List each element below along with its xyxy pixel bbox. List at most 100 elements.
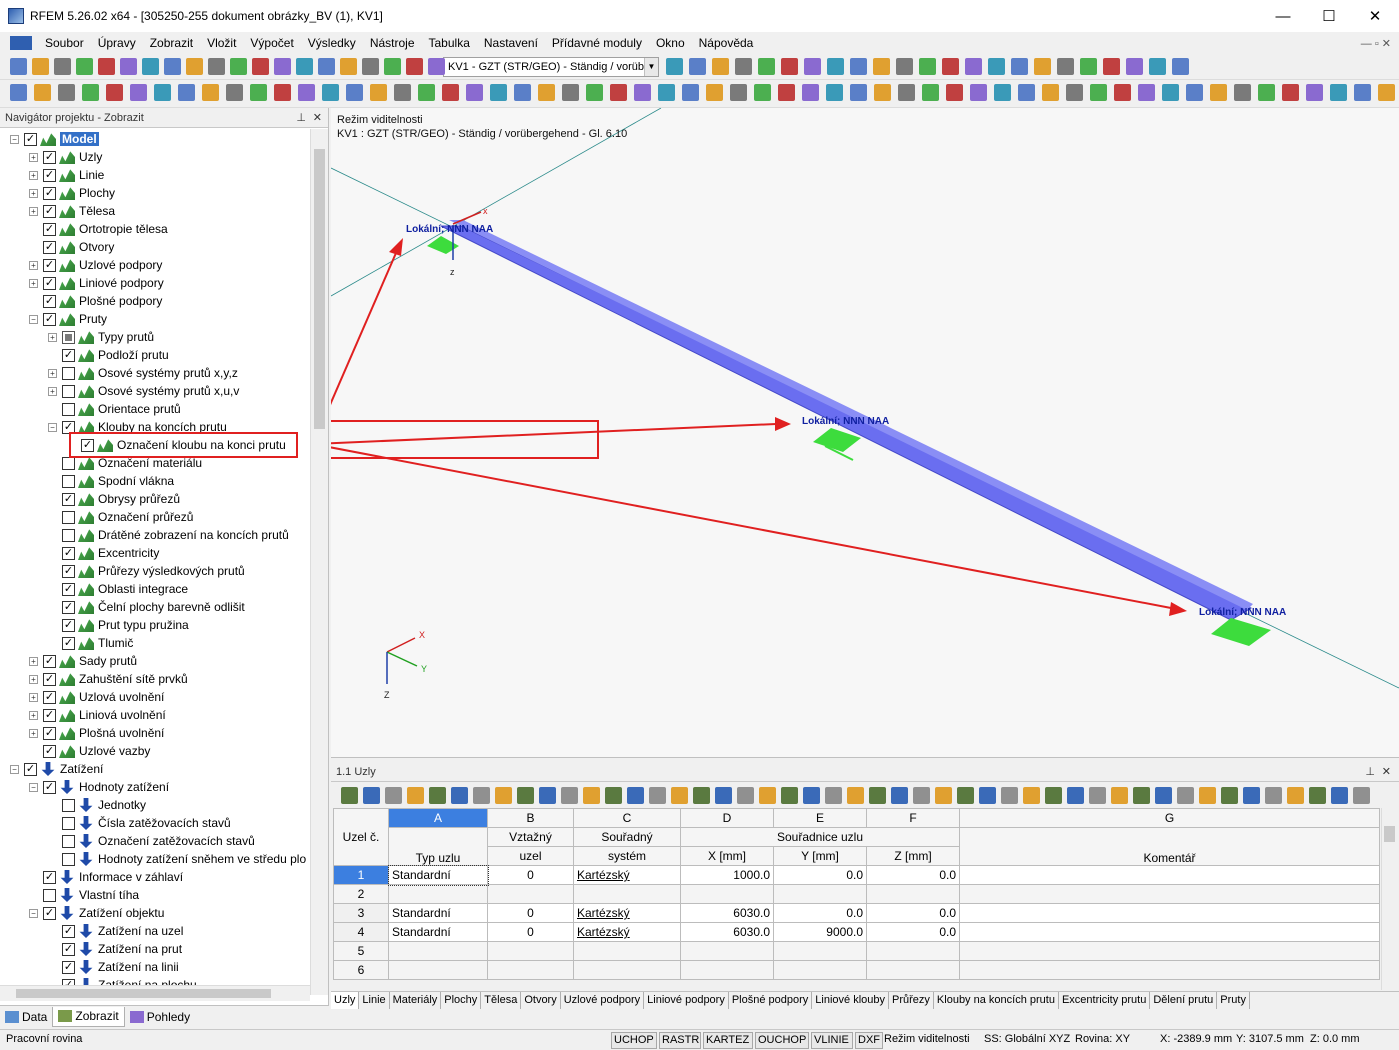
toolbar-button-icon[interactable] [922,84,939,101]
toolbar-button-icon[interactable] [1331,787,1348,804]
tree-item[interactable]: Orientace prutů [48,400,181,418]
toolbar-button-icon[interactable] [561,787,578,804]
toolbar-button-icon[interactable] [1138,84,1155,101]
toolbar-button-icon[interactable] [682,84,699,101]
tree-checkbox[interactable]: ✓ [43,258,56,272]
tree-item[interactable]: + Typy prutů [48,328,154,346]
toolbar-button-icon[interactable] [778,84,795,101]
toolbar-button-icon[interactable] [850,58,867,75]
toolbar-button-icon[interactable] [942,58,959,75]
toolbar-button-icon[interactable] [322,84,339,101]
col-letter-b[interactable]: B [487,808,574,828]
tree-item[interactable]: ✓ Označení kloubu na konci prutu [67,436,286,454]
toolbar-button-icon[interactable] [407,787,424,804]
maximize-button[interactable]: ☐ [1306,0,1352,32]
tree-checkbox[interactable] [62,834,75,848]
tree-item[interactable]: + ✓ Liniová uvolnění [29,706,166,724]
cell-x[interactable]: 6030.0 [680,903,774,923]
tree-checkbox[interactable]: ✓ [62,636,75,650]
menu-napoveda[interactable]: Nápověda [692,36,761,50]
tree-item[interactable]: ✓ Oblasti integrace [48,580,188,598]
tree-item[interactable]: Hodnoty zatížení sněhem ve středu plo [48,850,306,868]
tree-checkbox[interactable]: ✓ [24,762,37,776]
toolbar-button-icon[interactable] [154,84,171,101]
tree-item[interactable]: + ✓ Tělesa [29,202,115,220]
tree-checkbox[interactable]: ✓ [43,744,56,758]
tree-checkbox[interactable] [62,366,75,380]
tree-item[interactable]: + ✓ Sady prutů [29,652,137,670]
expand-icon[interactable]: + [29,656,38,666]
tree-checkbox[interactable] [62,402,75,416]
tree-item[interactable]: + ✓ Uzlové podpory [29,256,162,274]
toolbar-button-icon[interactable] [759,787,776,804]
toolbar-button-icon[interactable] [130,84,147,101]
status-toggle[interactable]: DXF [855,1032,883,1049]
expand-icon[interactable]: + [29,260,38,270]
toolbar-button-icon[interactable] [252,58,269,75]
toolbar-button-icon[interactable] [1045,787,1062,804]
toolbar-button-icon[interactable] [1111,787,1128,804]
expand-icon[interactable]: + [29,188,38,198]
table-row[interactable]: 5 [333,941,1380,961]
expand-icon[interactable]: + [29,692,38,702]
minimize-button[interactable]: — [1260,0,1306,32]
row-number[interactable]: 1 [333,865,389,885]
tree-checkbox[interactable] [62,330,75,344]
tree-item[interactable]: − ✓ Model [10,130,99,148]
tree-item[interactable]: ✓ Uzlové vazby [29,742,150,760]
toolbar-button-icon[interactable] [758,58,775,75]
tree-checkbox[interactable]: ✓ [62,564,75,578]
close-button[interactable]: ✕ [1352,0,1398,32]
toolbar-button-icon[interactable] [466,84,483,101]
tree-checkbox[interactable]: ✓ [43,780,56,794]
cell-y[interactable]: 9000.0 [773,922,867,942]
cell-y[interactable] [773,960,867,980]
toolbar-button-icon[interactable] [384,58,401,75]
toolbar-button-icon[interactable] [82,84,99,101]
tree-checkbox[interactable]: ✓ [62,348,75,362]
tree-item[interactable]: + ✓ Plošná uvolnění [29,724,164,742]
tree-checkbox[interactable]: ✓ [43,276,56,290]
tree-item[interactable]: + Osové systémy prutů x,u,v [48,382,239,400]
row-number[interactable]: 2 [333,884,389,904]
toolbar-button-icon[interactable] [913,787,930,804]
table-tab[interactable]: Materiály [390,992,442,1009]
table-row[interactable]: 6 [333,960,1380,980]
collapse-icon[interactable]: − [29,908,38,918]
toolbar-button-icon[interactable] [781,58,798,75]
toolbar-button-icon[interactable] [706,84,723,101]
table-tab[interactable]: Plochy [441,992,482,1009]
toolbar-button-icon[interactable] [451,787,468,804]
toolbar-button-icon[interactable] [737,787,754,804]
col-letter-d[interactable]: D [680,808,774,828]
toolbar-button-icon[interactable] [1162,84,1179,101]
toolbar-button-icon[interactable] [1034,58,1051,75]
tree-item[interactable]: Označení materiálu [48,454,202,472]
menu-soubor[interactable]: Soubor [38,36,91,50]
tree-checkbox[interactable] [62,456,75,470]
table-tab[interactable]: Pruty [1217,992,1250,1009]
tree-item[interactable]: ✓ Zatížení na linii [48,958,179,976]
toolbar-button-icon[interactable] [274,58,291,75]
toolbar-button-icon[interactable] [1353,787,1370,804]
table-tab[interactable]: Linie [359,992,390,1009]
toolbar-button-icon[interactable] [1234,84,1251,101]
table-tab[interactable]: Plošné podpory [729,992,813,1009]
toolbar-button-icon[interactable] [1378,84,1395,101]
toolbar-button-icon[interactable] [869,787,886,804]
tab-pohledy[interactable]: Pohledy [125,1007,195,1027]
toolbar-button-icon[interactable] [1149,58,1166,75]
tree-checkbox[interactable]: ✓ [43,150,56,164]
toolbar-button-icon[interactable] [1103,58,1120,75]
toolbar-button-icon[interactable] [340,58,357,75]
tree-checkbox[interactable]: ✓ [43,708,56,722]
cell-y[interactable] [773,941,867,961]
toolbar-button-icon[interactable] [1330,84,1347,101]
status-toggle[interactable]: UCHOP [611,1032,657,1049]
cell-typ-uzlu[interactable]: Standardní [387,864,489,886]
tree-checkbox[interactable]: ✓ [43,690,56,704]
toolbar-button-icon[interactable] [979,787,996,804]
tree-checkbox[interactable]: ✓ [43,222,56,236]
tree-checkbox[interactable]: ✓ [43,204,56,218]
expand-icon[interactable]: + [48,332,57,342]
